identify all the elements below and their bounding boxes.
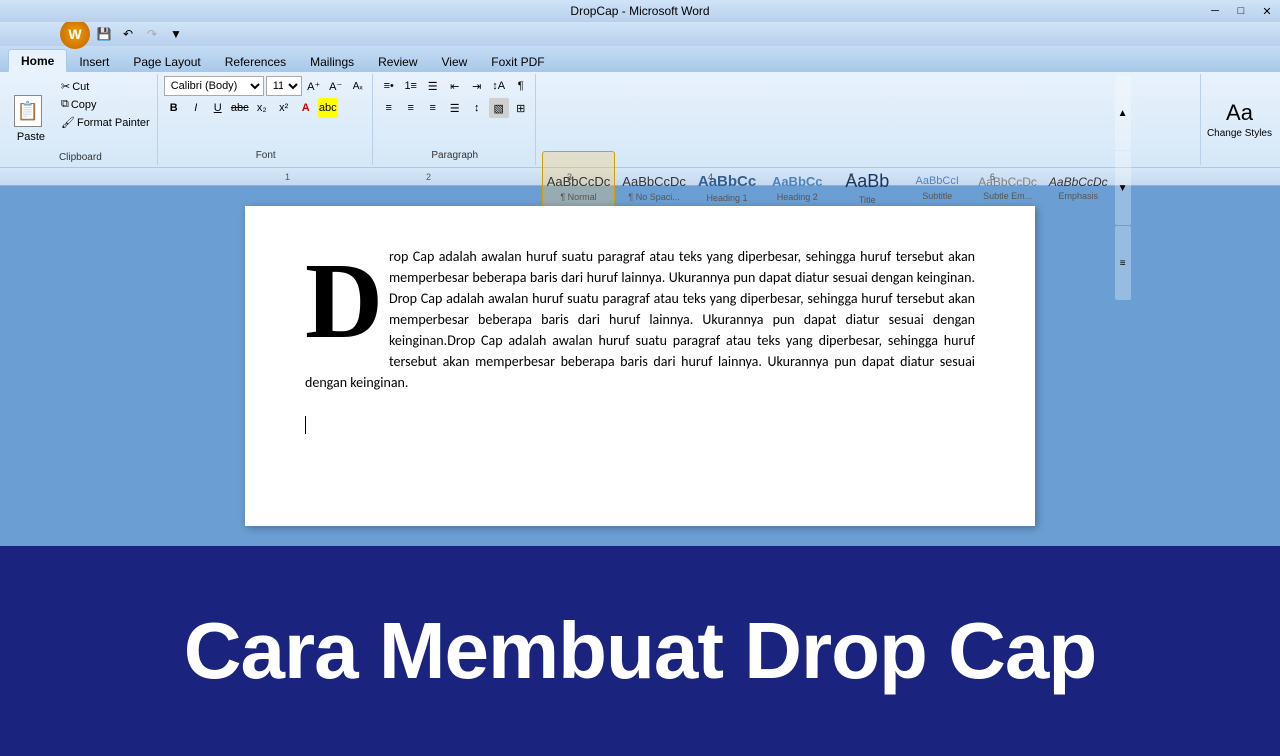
close-button[interactable]: ✕ <box>1254 0 1280 22</box>
styles-scroll-up[interactable]: ▲ <box>1115 76 1131 150</box>
minimize-button[interactable]: ─ <box>1202 0 1228 22</box>
style-no-spacing-label: ¶ No Spaci... <box>628 192 679 202</box>
paragraph-with-drop-cap: D rop Cap adalah awalan huruf suatu para… <box>305 246 975 393</box>
change-styles-label: Change Styles <box>1207 128 1272 139</box>
ribbon-tab-bar: Home Insert Page Layout References Maili… <box>0 46 1280 72</box>
style-emphasis-label: Emphasis <box>1059 191 1099 201</box>
increase-font-button[interactable]: A⁺ <box>304 76 324 96</box>
clipboard-mini-buttons: ✂ Cut ⧉ Copy 🖌 Format Painter <box>58 76 153 152</box>
title-bar: DropCap - Microsoft Word ─ □ ✕ <box>0 0 1280 22</box>
tab-mailings[interactable]: Mailings <box>298 51 366 72</box>
style-heading1-label: Heading 1 <box>707 193 748 203</box>
underline-button[interactable]: U <box>208 98 228 118</box>
shading-button[interactable]: ▧ <box>489 98 509 118</box>
window-controls: ─ □ ✕ <box>1202 0 1280 22</box>
change-styles-icon: Aa <box>1226 100 1253 126</box>
paste-label: Paste <box>17 131 45 143</box>
office-button[interactable]: W <box>60 19 90 49</box>
justify-button[interactable]: ☰ <box>445 98 465 118</box>
ribbon: 📋 Paste ✂ Cut ⧉ Copy 🖌 Format Painter <box>0 72 1280 168</box>
clipboard-group: 📋 Paste ✂ Cut ⧉ Copy 🖌 Format Painter <box>4 74 158 165</box>
style-normal-label: ¶ Normal <box>560 192 596 202</box>
change-styles-button[interactable]: Aa Change Styles <box>1203 74 1276 165</box>
borders-button[interactable]: ⊞ <box>511 98 531 118</box>
copy-icon: ⧉ <box>61 98 69 111</box>
style-emphasis[interactable]: AaBbCcDc Emphasis <box>1044 151 1113 225</box>
superscript-button[interactable]: x² <box>274 98 294 118</box>
tab-page-layout[interactable]: Page Layout <box>121 51 212 72</box>
font-color-button[interactable]: A <box>296 98 316 118</box>
styles-group: AaBbCcDc ¶ Normal AaBbCcDc ¶ No Spaci...… <box>538 74 1201 165</box>
numbering-button[interactable]: 1≡ <box>401 76 421 96</box>
copy-button[interactable]: ⧉ Copy <box>58 96 153 113</box>
undo-button[interactable]: ↶ <box>118 24 138 44</box>
styles-scroll-controls: ▲ ▼ ≡ <box>1115 76 1131 300</box>
align-left-button[interactable]: ≡ <box>379 98 399 118</box>
document-page: D rop Cap adalah awalan huruf suatu para… <box>245 206 1035 526</box>
font-group-label: Font <box>256 150 276 161</box>
italic-button[interactable]: I <box>186 98 206 118</box>
maximize-button[interactable]: □ <box>1228 0 1254 22</box>
multilevel-list-button[interactable]: ☰ <box>423 76 443 96</box>
tab-view[interactable]: View <box>430 51 480 72</box>
banner-text: Cara Membuat Drop Cap <box>184 605 1096 697</box>
decrease-font-button[interactable]: A⁻ <box>326 76 346 96</box>
tab-foxit-pdf[interactable]: Foxit PDF <box>479 51 556 72</box>
redo-button[interactable]: ↷ <box>142 24 162 44</box>
style-heading2-label: Heading 2 <box>777 192 818 202</box>
paste-button[interactable]: 📋 Paste <box>8 76 54 152</box>
text-cursor <box>305 416 306 434</box>
bold-button[interactable]: B <box>164 98 184 118</box>
cut-button[interactable]: ✂ Cut <box>58 78 153 95</box>
bullets-button[interactable]: ≡• <box>379 76 399 96</box>
window-title: DropCap - Microsoft Word <box>570 4 709 18</box>
styles-scroll-down[interactable]: ▼ <box>1115 151 1131 225</box>
styles-expand[interactable]: ≡ <box>1115 226 1131 300</box>
font-name-select[interactable]: Calibri (Body) <box>164 76 264 96</box>
style-title-label: Title <box>859 195 876 205</box>
line-spacing-button[interactable]: ↕ <box>467 98 487 118</box>
style-subtitle-label: Subtitle <box>922 191 952 201</box>
paragraph-group-label: Paragraph <box>431 150 478 161</box>
increase-indent-button[interactable]: ⇥ <box>467 76 487 96</box>
paintbrush-icon: 🖌 <box>61 116 75 129</box>
format-painter-button[interactable]: 🖌 Format Painter <box>58 114 153 131</box>
save-button[interactable]: 💾 <box>94 24 114 44</box>
highlight-button[interactable]: abc <box>318 98 338 118</box>
empty-paragraph[interactable] <box>305 413 975 437</box>
tab-references[interactable]: References <box>213 51 298 72</box>
subscript-button[interactable]: x₂ <box>252 98 272 118</box>
customize-button[interactable]: ▼ <box>166 24 186 44</box>
clipboard-label: Clipboard <box>59 152 102 163</box>
sort-button[interactable]: ↕A <box>489 76 509 96</box>
style-subtle-em-label: Subtle Em... <box>983 191 1032 201</box>
paragraph-text[interactable]: D rop Cap adalah awalan huruf suatu para… <box>305 246 975 393</box>
style-emphasis-preview: AaBbCcDc <box>1049 175 1108 189</box>
font-group: Calibri (Body) 11 A⁺ A⁻ Aₓ B I U abc x₂ … <box>160 74 373 165</box>
paragraph-group: ≡• 1≡ ☰ ⇤ ⇥ ↕A ¶ ≡ ≡ ≡ ☰ ↕ ▧ ⊞ Paragraph <box>375 74 536 165</box>
font-size-select[interactable]: 11 <box>266 76 302 96</box>
drop-cap-letter: D <box>305 248 383 356</box>
align-right-button[interactable]: ≡ <box>423 98 443 118</box>
show-marks-button[interactable]: ¶ <box>511 76 531 96</box>
tab-home[interactable]: Home <box>8 49 67 72</box>
tab-review[interactable]: Review <box>366 51 429 72</box>
clear-formatting-button[interactable]: Aₓ <box>348 76 368 96</box>
bottom-banner: Cara Membuat Drop Cap <box>0 546 1280 756</box>
scissors-icon: ✂ <box>61 80 70 93</box>
align-center-button[interactable]: ≡ <box>401 98 421 118</box>
decrease-indent-button[interactable]: ⇤ <box>445 76 465 96</box>
tab-insert[interactable]: Insert <box>67 51 121 72</box>
quick-access-toolbar: W 💾 ↶ ↷ ▼ <box>0 22 1280 46</box>
paragraph-body: rop Cap adalah awalan huruf suatu paragr… <box>305 248 975 391</box>
strikethrough-button[interactable]: abc <box>230 98 250 118</box>
